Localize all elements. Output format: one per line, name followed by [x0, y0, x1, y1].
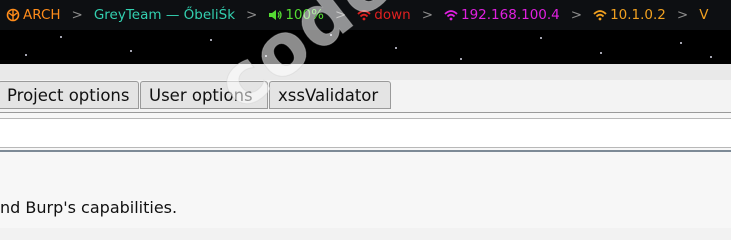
separator: > [334, 7, 347, 23]
extender-description: nd Burp's capabilities. [0, 198, 178, 217]
tab-label: User options [149, 85, 253, 105]
status-ip-label: 192.168.100.4 [461, 7, 560, 23]
tab-label: xssValidator [278, 85, 379, 105]
wifi-icon [444, 10, 458, 21]
desktop-background [0, 30, 731, 64]
speaker-icon [269, 10, 282, 20]
status-volume-label: 100% [285, 7, 324, 23]
status-arch[interactable]: ARCH [6, 7, 61, 23]
wifi-icon [357, 10, 371, 21]
status-vpn-label: 10.1.0.2 [610, 7, 666, 23]
tab-xssvalidator[interactable]: xssValidator [269, 81, 391, 109]
status-volume[interactable]: 100% [268, 7, 324, 23]
status-bar: ARCH > GreyTeam — ŐbeliŚk > 100% > down … [0, 0, 731, 30]
tab-project-options[interactable]: Project options [0, 81, 139, 109]
status-wifi-label: down [374, 7, 411, 23]
tab-bar: Project options User options xssValidato… [0, 80, 731, 112]
status-trailing[interactable]: V [699, 7, 708, 23]
status-ip[interactable]: 192.168.100.4 [444, 7, 560, 23]
separator: > [570, 7, 583, 23]
sub-toolbar [0, 118, 731, 148]
status-vpn[interactable]: 10.1.0.2 [593, 7, 666, 23]
status-wifi[interactable]: down [357, 7, 411, 23]
status-trailing-label: V [699, 7, 709, 23]
window-toolbar [0, 64, 731, 81]
separator: > [246, 7, 258, 23]
separator: > [71, 7, 83, 23]
tab-label: Project options [7, 85, 130, 105]
separator: > [421, 7, 433, 23]
section-divider [0, 150, 731, 152]
status-session[interactable]: GreyTeam — ŐbeliŚk [94, 7, 235, 23]
separator: > [676, 7, 689, 23]
status-arch-label: ARCH [23, 7, 61, 23]
status-session-label: GreyTeam — ŐbeliŚk [93, 7, 236, 23]
tab-user-options[interactable]: User options [140, 81, 268, 109]
rebel-icon [6, 8, 20, 22]
wifi-icon [593, 10, 607, 21]
